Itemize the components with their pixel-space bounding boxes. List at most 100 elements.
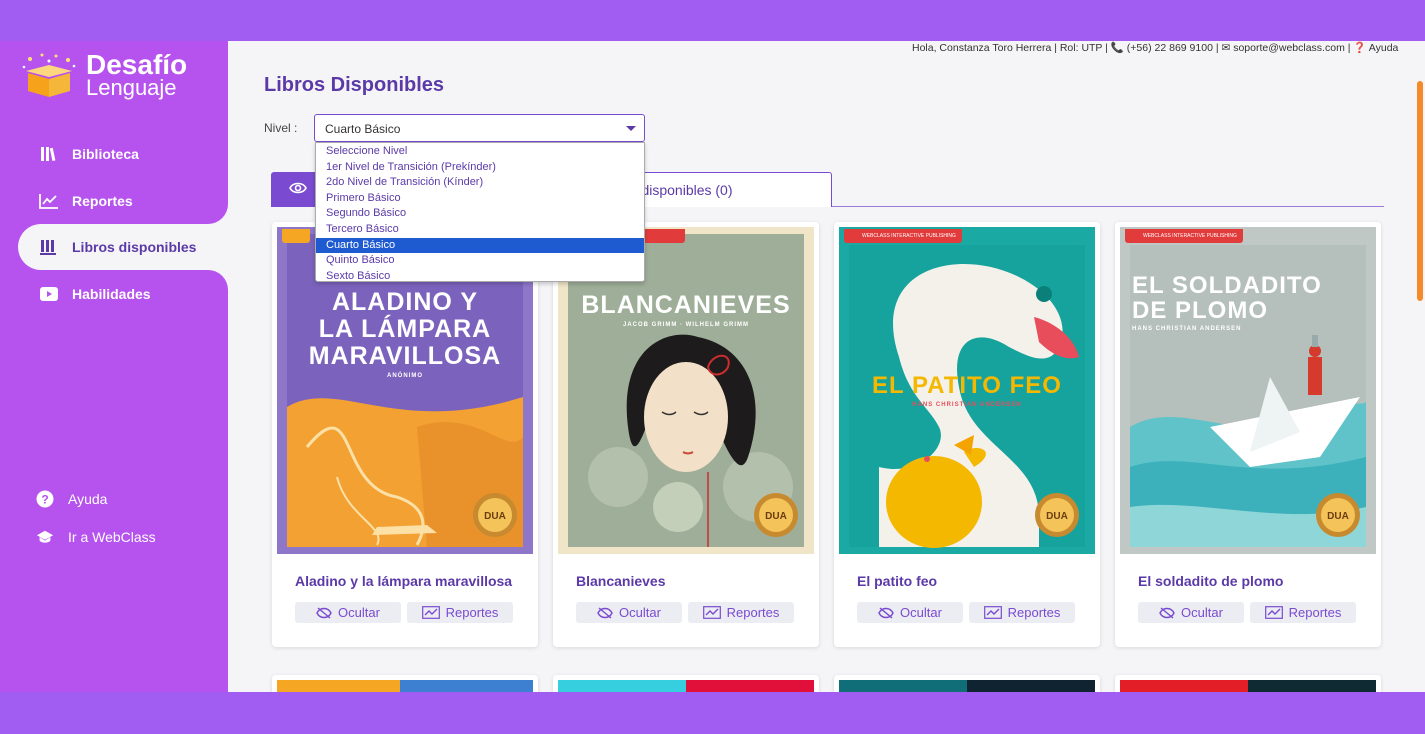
cover-author: JACOB GRIMM · WILHELM GRIMM — [623, 322, 749, 328]
question-icon: ? — [36, 490, 54, 508]
nivel-option[interactable]: Sexto Básico — [316, 269, 644, 285]
book-cover[interactable] — [558, 680, 814, 692]
graduation-cap-icon — [36, 528, 54, 546]
nivel-option-selected[interactable]: Cuarto Básico — [316, 237, 644, 254]
sidebar-item-libros-disponibles[interactable]: Libros disponibles — [18, 224, 228, 270]
cover-title-line: EL PATITO FEO — [872, 372, 1062, 399]
chart-icon — [702, 606, 721, 619]
reports-button[interactable]: Reportes — [688, 602, 794, 623]
nivel-option[interactable]: Primero Básico — [316, 191, 644, 207]
book-title[interactable]: El patito feo — [857, 573, 937, 589]
scrollbar-thumb[interactable] — [1417, 81, 1423, 301]
library-icon — [38, 238, 60, 256]
nivel-dropdown-list: Seleccione Nivel 1er Nivel de Transición… — [315, 142, 645, 282]
webclass-label: Ir a WebClass — [68, 529, 156, 545]
sidebar-item-habilidades[interactable]: Habilidades — [18, 271, 228, 317]
sidebar: Desafío Lenguaje Biblioteca Reportes Lib… — [0, 41, 228, 692]
book-card: DUA EL SOLDADITO DE PLOMO HANS CHRISTIAN… — [1115, 222, 1381, 647]
nivel-option[interactable]: Segundo Básico — [316, 206, 644, 222]
sidebar-item-label: Libros disponibles — [72, 239, 197, 255]
sidebar-item-label: Habilidades — [72, 286, 151, 302]
help-link[interactable]: ? Ayuda — [36, 490, 107, 508]
book-card — [1115, 675, 1381, 692]
reports-button[interactable]: Reportes — [969, 602, 1075, 623]
sidebar-item-reportes[interactable]: Reportes — [18, 178, 228, 224]
book-card — [834, 675, 1100, 692]
hide-label: Ocultar — [338, 605, 380, 620]
chart-icon — [38, 192, 60, 210]
nivel-option[interactable]: 2do Nivel de Transición (Kínder) — [316, 175, 644, 191]
reports-button[interactable]: Reportes — [1250, 602, 1356, 623]
webclass-link[interactable]: Ir a WebClass — [36, 528, 156, 546]
nivel-option[interactable]: Tercero Básico — [316, 222, 644, 238]
app-logo[interactable]: Desafío Lenguaje — [20, 51, 187, 99]
cover-author: HANS CHRISTIAN ANDERSEN — [1132, 326, 1242, 332]
reports-label: Reportes — [726, 605, 780, 620]
nivel-select[interactable]: Cuarto Básico — [314, 114, 645, 142]
cover-title-line: LA LÁMPARA — [318, 315, 492, 343]
svg-text:?: ? — [41, 493, 48, 507]
sidebar-item-label: Biblioteca — [72, 146, 139, 162]
cover-author: ANÓNIMO — [387, 373, 423, 379]
eye-icon — [289, 181, 307, 199]
hide-button[interactable]: Ocultar — [576, 602, 682, 623]
reports-label: Reportes — [445, 605, 499, 620]
cover-author: HANS CHRISTIAN ANDERSEN — [912, 402, 1022, 408]
dua-badge-text: DUA — [1046, 511, 1068, 522]
publisher-ribbon: WEBCLASS INTERACTIVE PUBLISHING — [1125, 229, 1243, 243]
page-title: Libros Disponibles — [264, 74, 445, 96]
book-card — [272, 675, 538, 692]
publisher-ribbon — [282, 229, 310, 243]
book-cover[interactable] — [277, 680, 533, 692]
chevron-down-icon — [626, 126, 636, 131]
nivel-option[interactable]: 1er Nivel de Transición (Prekínder) — [316, 160, 644, 176]
publisher-ribbon: WEBCLASS INTERACTIVE PUBLISHING — [844, 229, 962, 243]
hide-button[interactable]: Ocultar — [857, 602, 963, 623]
hide-label: Ocultar — [619, 605, 661, 620]
dua-badge-text: DUA — [765, 511, 787, 522]
book-cover[interactable]: DUA EL SOLDADITO DE PLOMO HANS CHRISTIAN… — [1120, 227, 1376, 554]
cover-title-line: ALADINO Y — [331, 288, 479, 316]
eye-slash-icon — [316, 606, 332, 619]
eye-slash-icon — [878, 606, 894, 619]
book-cover[interactable] — [839, 680, 1095, 692]
reports-label: Reportes — [1288, 605, 1342, 620]
book-logo-icon — [22, 53, 76, 97]
hide-label: Ocultar — [1181, 605, 1223, 620]
help-label: Ayuda — [68, 491, 108, 507]
cover-title-line: DE PLOMO — [1132, 297, 1269, 324]
reports-button[interactable]: Reportes — [407, 602, 513, 623]
book-title[interactable]: Blancanieves — [576, 573, 666, 589]
nivel-option[interactable]: Quinto Básico — [316, 253, 644, 269]
cover-title-line: EL SOLDADITO — [1132, 272, 1322, 299]
hide-label: Ocultar — [900, 605, 942, 620]
book-card: DUA ALADINO Y LA LÁMPARA MARAVILLOSA ANÓ… — [272, 222, 538, 647]
hide-button[interactable]: Ocultar — [1138, 602, 1244, 623]
book-title[interactable]: Aladino y la lámpara maravillosa — [295, 573, 512, 589]
logo-subtitle: Lenguaje — [86, 75, 177, 100]
eye-slash-icon — [597, 606, 613, 619]
app-window: Desafío Lenguaje Biblioteca Reportes Lib… — [0, 41, 1425, 692]
hide-button[interactable]: Ocultar — [295, 602, 401, 623]
nivel-selected-value: Cuarto Básico — [325, 122, 401, 136]
sidebar-item-label: Reportes — [72, 193, 133, 209]
cover-title-line: MARAVILLOSA — [308, 342, 502, 370]
nivel-label: Nivel : — [264, 121, 298, 135]
sidebar-item-biblioteca[interactable]: Biblioteca — [18, 131, 228, 177]
chart-icon — [1264, 606, 1283, 619]
nivel-option[interactable]: Seleccione Nivel — [316, 144, 644, 160]
user-info-bar: Hola, Constanza Toro Herrera | Rol: UTP … — [912, 42, 1399, 54]
chart-icon — [421, 606, 440, 619]
book-card — [553, 675, 819, 692]
books-icon — [38, 145, 60, 163]
dua-badge-text: DUA — [1327, 511, 1349, 522]
dua-badge-text: DUA — [484, 511, 506, 522]
book-cover[interactable]: DUA EL PATITO FEO HANS CHRISTIAN ANDERSE… — [839, 227, 1095, 554]
book-cover[interactable] — [1120, 680, 1376, 692]
book-title[interactable]: El soldadito de plomo — [1138, 573, 1283, 589]
chart-icon — [983, 606, 1002, 619]
reports-label: Reportes — [1007, 605, 1061, 620]
eye-slash-icon — [1159, 606, 1175, 619]
cover-title-line: BLANCANIEVES — [581, 291, 791, 319]
book-card: DUA EL PATITO FEO HANS CHRISTIAN ANDERSE… — [834, 222, 1100, 647]
